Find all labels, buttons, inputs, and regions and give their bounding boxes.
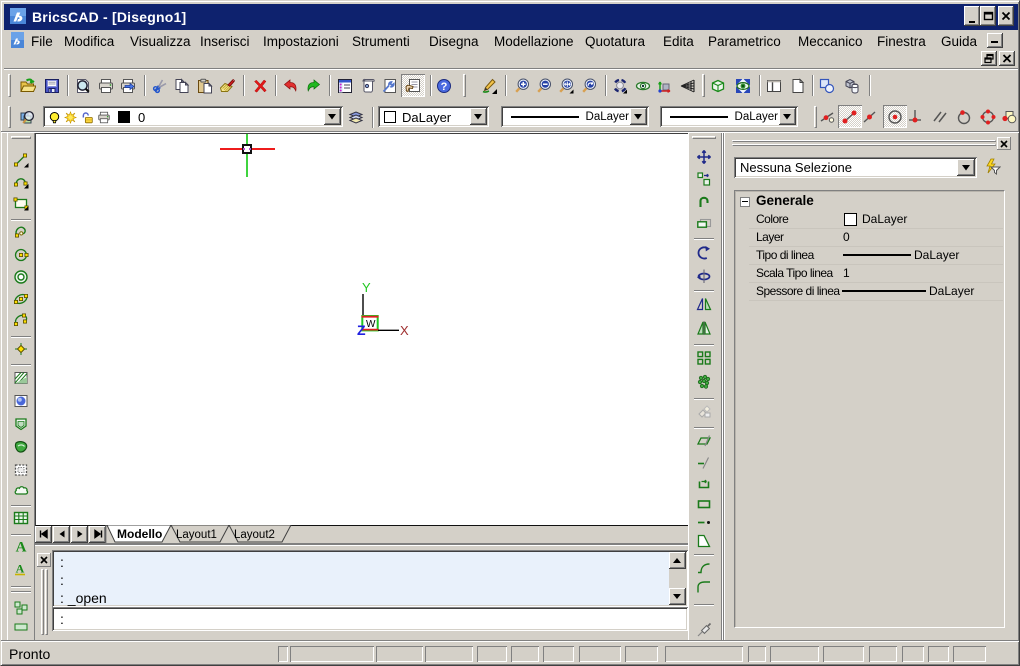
svg-text:Modello: Modello — [117, 527, 162, 541]
svg-text:A: A — [16, 562, 25, 576]
svg-text:Layout2: Layout2 — [234, 529, 275, 541]
svg-text:A: A — [16, 540, 27, 555]
svg-text:Z: Z — [357, 322, 366, 338]
svg-text:W: W — [366, 319, 376, 330]
svg-text:Layout1: Layout1 — [176, 529, 217, 541]
svg-text:X: X — [400, 323, 409, 338]
svg-text:Y: Y — [362, 280, 371, 295]
svg-text:?: ? — [441, 81, 448, 93]
